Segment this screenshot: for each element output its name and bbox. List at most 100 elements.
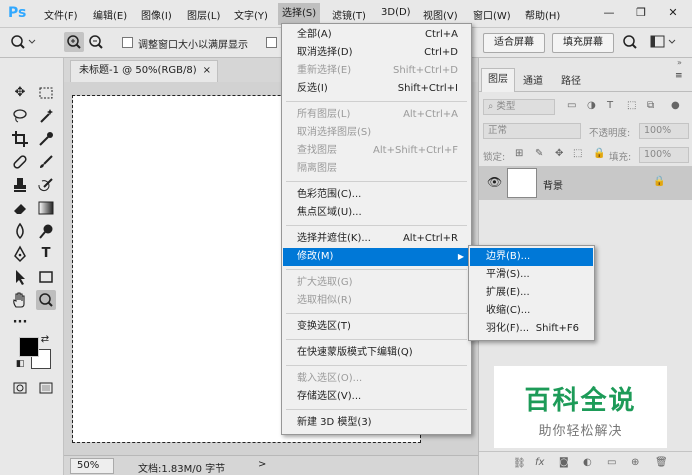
fx-icon[interactable]: fx: [535, 457, 544, 468]
tab-layers[interactable]: 图层: [481, 68, 515, 92]
foreground-color-swatch[interactable]: [19, 337, 39, 357]
filter-pixel-icon[interactable]: ▭: [567, 100, 576, 111]
filter-smart-object-icon[interactable]: ⧉: [647, 100, 654, 111]
menu-3d[interactable]: 3D(D): [381, 7, 411, 18]
zoom-level-field[interactable]: 50%: [70, 458, 114, 474]
menu-item-focus-area[interactable]: 焦点区域(U)...: [283, 204, 470, 222]
hand-tool-icon[interactable]: [10, 290, 30, 310]
status-menu-arrow[interactable]: >: [258, 459, 266, 470]
menu-item-inverse[interactable]: 反选(I) Shift+Ctrl+I: [283, 80, 470, 98]
menu-file[interactable]: 文件(F): [44, 7, 78, 22]
menu-item-color-range[interactable]: 色彩范围(C)...: [283, 186, 470, 204]
magic-wand-tool-icon[interactable]: [36, 106, 56, 126]
menu-item-save-selection[interactable]: 存储选区(V)...: [283, 388, 470, 406]
rectangle-tool-icon[interactable]: [36, 267, 56, 287]
trash-icon[interactable]: 🗑: [655, 457, 668, 468]
zoom-tool-preset-icon[interactable]: [8, 32, 36, 52]
menu-item-select-and-mask[interactable]: 选择并遮住(K)... Alt+Ctrl+R: [283, 230, 470, 248]
lock-transparent-icon[interactable]: ⊞: [515, 148, 523, 159]
healing-brush-tool-icon[interactable]: [10, 152, 30, 172]
menu-window[interactable]: 窗口(W): [473, 7, 511, 22]
move-tool-icon[interactable]: ✥: [10, 83, 30, 103]
menu-layer[interactable]: 图层(L): [187, 7, 220, 22]
menu-item-select-all[interactable]: 全部(A) Ctrl+A: [283, 26, 470, 44]
filter-type-icon[interactable]: T: [607, 100, 613, 111]
panel-menu-icon[interactable]: ≡: [675, 71, 683, 81]
menu-item-grow[interactable]: 扩大选取(G): [283, 274, 470, 292]
close-window-button[interactable]: ✕: [664, 4, 682, 22]
submenu-item-expand[interactable]: 扩展(E)...: [470, 284, 593, 302]
zoom-all-windows-checkbox[interactable]: [266, 37, 277, 48]
fill-field[interactable]: 100%: [639, 147, 689, 163]
zoom-out-icon[interactable]: [86, 32, 106, 52]
restore-button[interactable]: ❐: [632, 4, 650, 22]
document-tab[interactable]: 未标题-1 @ 50%(RGB/8) ×: [70, 60, 218, 82]
brush-tool-icon[interactable]: [36, 152, 56, 172]
menu-view[interactable]: 视图(V): [423, 7, 458, 22]
close-document-icon[interactable]: ×: [203, 61, 211, 81]
menu-item-reselect[interactable]: 重新选择(E) Shift+Ctrl+D: [283, 62, 470, 80]
fill-screen-button[interactable]: 填充屏幕: [552, 33, 614, 53]
crop-tool-icon[interactable]: [10, 129, 30, 149]
menu-item-quick-mask[interactable]: 在快速蒙版模式下编辑(Q): [283, 344, 470, 362]
visibility-eye-icon[interactable]: 👁: [487, 175, 502, 189]
submenu-item-border[interactable]: 边界(B)...: [470, 248, 593, 266]
menu-item-deselect-layers[interactable]: 取消选择图层(S): [283, 124, 470, 142]
default-colors-icon[interactable]: ◧: [14, 358, 26, 370]
swap-colors-icon[interactable]: ⇄: [38, 333, 52, 347]
menu-item-load-selection[interactable]: 载入选区(O)...: [283, 370, 470, 388]
link-icon[interactable]: ⛓: [513, 458, 526, 469]
quick-mask-icon[interactable]: [10, 378, 30, 398]
lock-position-icon[interactable]: ✥: [555, 148, 563, 159]
lasso-tool-icon[interactable]: [10, 106, 30, 126]
submenu-item-contract[interactable]: 收缩(C)...: [470, 302, 593, 320]
more-tools-icon[interactable]: ···: [10, 313, 30, 333]
workspace-switcher-icon[interactable]: [648, 32, 678, 52]
menu-type[interactable]: 文字(Y): [234, 7, 268, 22]
dodge-tool-icon[interactable]: [36, 221, 56, 241]
group-icon[interactable]: ▭: [607, 457, 616, 468]
menu-item-isolate-layers[interactable]: 隔离图层: [283, 160, 470, 178]
mask-icon[interactable]: ◙: [559, 457, 569, 468]
opacity-field[interactable]: 100%: [639, 123, 689, 139]
menu-image[interactable]: 图像(I): [141, 7, 172, 22]
filter-toggle-icon[interactable]: ●: [671, 100, 680, 111]
type-tool-icon[interactable]: T: [36, 244, 56, 264]
history-brush-tool-icon[interactable]: [36, 175, 56, 195]
filter-shape-icon[interactable]: ⬚: [627, 100, 636, 111]
menu-item-find-layers[interactable]: 查找图层 Alt+Shift+Ctrl+F: [283, 142, 470, 160]
blur-tool-icon[interactable]: [10, 221, 30, 241]
pen-tool-icon[interactable]: [10, 244, 30, 264]
menu-item-all-layers[interactable]: 所有图层(L) Alt+Ctrl+A: [283, 106, 470, 124]
clone-stamp-tool-icon[interactable]: [10, 175, 30, 195]
menu-item-transform-selection[interactable]: 变换选区(T): [283, 318, 470, 336]
menu-item-deselect[interactable]: 取消选择(D) Ctrl+D: [283, 44, 470, 62]
layer-filter-kind[interactable]: ⌕ 类型: [483, 99, 555, 115]
menu-help[interactable]: 帮助(H): [525, 7, 560, 22]
gradient-tool-icon[interactable]: [36, 198, 56, 218]
menu-item-similar[interactable]: 选取相似(R): [283, 292, 470, 310]
eyedropper-tool-icon[interactable]: [36, 129, 56, 149]
tab-paths[interactable]: 路径: [561, 72, 581, 87]
marquee-tool-icon[interactable]: [36, 83, 56, 103]
menu-item-new-3d-model[interactable]: 新建 3D 模型(3): [283, 414, 470, 432]
panel-collapse-icon[interactable]: »: [677, 58, 682, 67]
adjustment-icon[interactable]: ◐: [583, 457, 592, 468]
menu-filter[interactable]: 滤镜(T): [332, 7, 366, 22]
screen-mode-icon[interactable]: [36, 378, 56, 398]
menu-edit[interactable]: 编辑(E): [93, 7, 127, 22]
tab-channels[interactable]: 通道: [523, 72, 543, 87]
menu-select[interactable]: 选择(S): [278, 3, 321, 25]
zoom-in-icon[interactable]: [64, 32, 84, 52]
lock-artboard-icon[interactable]: ⬚: [573, 148, 582, 159]
lock-all-icon[interactable]: 🔒: [593, 148, 605, 159]
submenu-item-smooth[interactable]: 平滑(S)...: [470, 266, 593, 284]
path-selection-tool-icon[interactable]: [10, 267, 30, 287]
zoom-tool-icon[interactable]: [36, 290, 56, 310]
submenu-item-feather[interactable]: 羽化(F)... Shift+F6: [470, 320, 593, 338]
minimize-button[interactable]: —: [600, 4, 618, 22]
lock-pixels-icon[interactable]: ✎: [535, 148, 543, 159]
resize-windows-checkbox[interactable]: [122, 37, 133, 48]
search-icon[interactable]: [620, 32, 640, 52]
filter-adjustment-icon[interactable]: ◑: [587, 100, 596, 111]
